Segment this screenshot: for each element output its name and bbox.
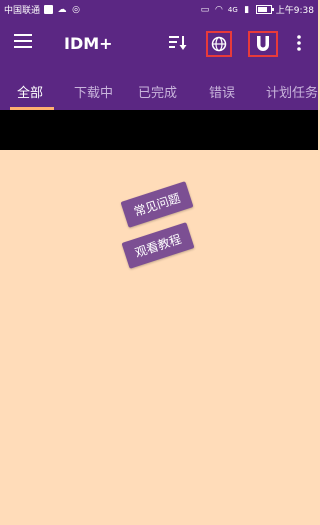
battery-icon <box>255 5 274 14</box>
tab-bar: 全部 下载中 已完成 错误 计划任务 <box>0 72 318 110</box>
sort-icon[interactable] <box>167 32 189 54</box>
more-vert-icon[interactable] <box>290 32 308 54</box>
magnet-icon[interactable] <box>248 31 278 57</box>
tab-downloading[interactable]: 下载中 <box>74 82 113 101</box>
globe-icon[interactable] <box>206 31 232 57</box>
cloud-icon: ☁ <box>57 4 67 15</box>
tab-all[interactable]: 全部 <box>17 82 43 101</box>
tab-completed[interactable]: 已完成 <box>138 82 177 101</box>
black-band <box>0 110 318 150</box>
status-right: ▭ ◠ 4G ▮ 上午9:38 <box>200 3 314 17</box>
status-bar: 中国联通 ☁ ◎ ▭ ◠ 4G ▮ 上午9:38 <box>0 0 318 18</box>
clock: 上午9:38 <box>275 6 314 16</box>
scan-icon: ◎ <box>72 4 80 15</box>
carrier-label: 中国联通 <box>4 6 41 16</box>
tab-scheduled[interactable]: 计划任务 <box>266 82 318 101</box>
menu-icon[interactable] <box>14 34 32 48</box>
network-type-label: 4G <box>227 5 238 14</box>
notification-icon <box>44 5 54 14</box>
cast-icon: ▭ <box>200 4 210 15</box>
app-toolbar: IDM+ <box>0 18 318 72</box>
app-title: IDM+ <box>64 34 113 53</box>
status-left: 中国联通 ☁ ◎ <box>4 3 81 17</box>
wifi-icon: ◠ <box>214 4 223 15</box>
signal-icon: ▮ <box>244 4 250 15</box>
tab-errors[interactable]: 错误 <box>209 82 235 101</box>
